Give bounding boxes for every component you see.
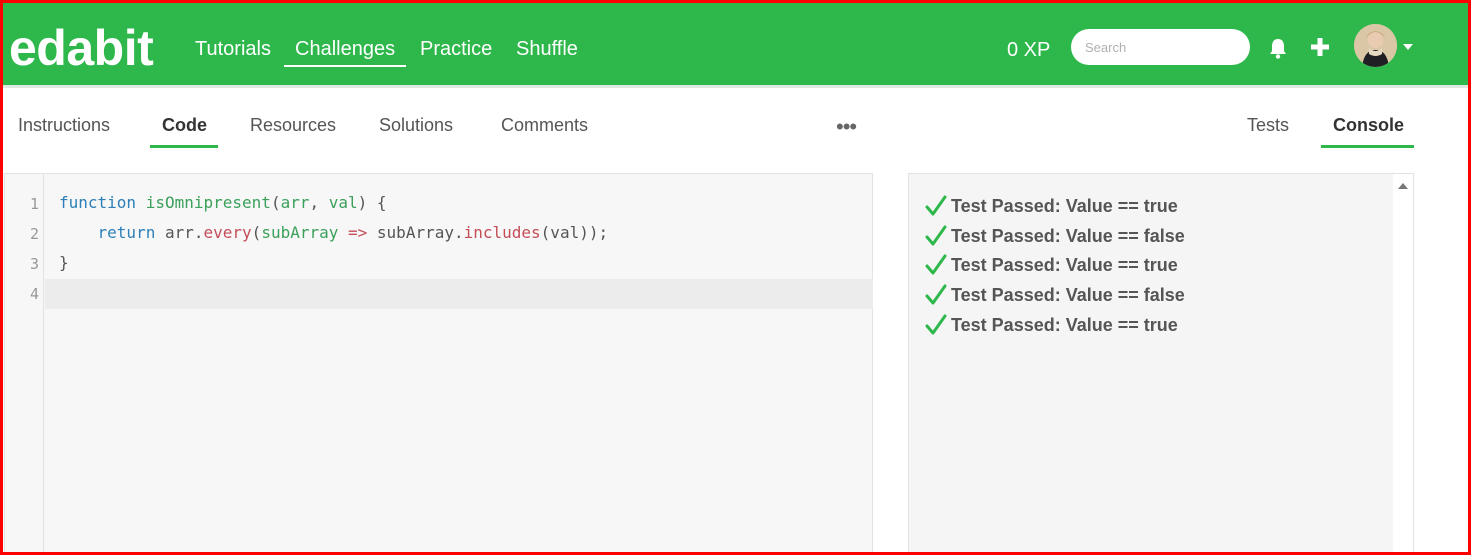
arrow-operator: => — [348, 223, 368, 242]
tab-code-underline — [150, 145, 218, 148]
console-scrollbar[interactable] — [1393, 174, 1413, 554]
bell-icon[interactable] — [1268, 37, 1288, 59]
edabit-logo[interactable]: edabit — [9, 21, 154, 76]
tab-solutions[interactable]: Solutions — [379, 113, 453, 137]
code-editor[interactable]: 1 2 3 4 function isOmnipresent(arr, val)… — [4, 173, 873, 555]
punctuation: ( — [270, 193, 281, 212]
line-number: 3 — [29, 255, 39, 273]
check-icon — [925, 254, 947, 275]
punctuation: ( — [251, 223, 262, 242]
tab-code[interactable]: Code — [162, 113, 207, 137]
keyword: return — [97, 223, 156, 242]
tab-tests[interactable]: Tests — [1247, 113, 1289, 137]
caret-down-icon[interactable] — [1402, 43, 1414, 51]
code-line-3[interactable]: } — [59, 248, 69, 278]
function-name: isOmnipresent — [145, 193, 271, 212]
method: every — [203, 223, 252, 242]
punctuation: } — [59, 253, 69, 272]
test-result: Test Passed: Value == false — [925, 221, 1185, 251]
test-result-text: Test Passed: Value == true — [951, 254, 1178, 275]
test-result: Test Passed: Value == true — [925, 250, 1178, 280]
check-icon — [925, 314, 947, 335]
xp-counter: 0 XP — [1007, 39, 1051, 61]
test-result-text: Test Passed: Value == false — [951, 225, 1185, 246]
test-result-text: Test Passed: Value == false — [951, 284, 1185, 305]
more-options-icon[interactable]: ••• — [836, 114, 857, 140]
identifier: subArray. — [367, 223, 464, 242]
tab-resources[interactable]: Resources — [250, 113, 336, 137]
avatar[interactable] — [1354, 24, 1397, 67]
plus-icon[interactable] — [1310, 37, 1330, 57]
punctuation: (val)); — [540, 223, 609, 242]
line-number: 1 — [29, 195, 39, 213]
test-result-text: Test Passed: Value == true — [951, 195, 1178, 216]
console-panel: Test Passed: Value == true Test Passed: … — [908, 173, 1414, 555]
check-icon — [925, 195, 947, 216]
punctuation: ) { — [357, 193, 387, 212]
avatar-image — [1354, 24, 1397, 67]
test-result: Test Passed: Value == true — [925, 310, 1178, 340]
nav-shuffle[interactable]: Shuffle — [516, 37, 578, 61]
punctuation: , — [309, 193, 329, 212]
line-number: 2 — [29, 225, 39, 243]
tab-console-underline — [1321, 145, 1414, 148]
tab-instructions[interactable]: Instructions — [18, 113, 110, 137]
test-result-text: Test Passed: Value == true — [951, 314, 1178, 335]
nav-challenges[interactable]: Challenges — [284, 37, 407, 67]
line-number-gutter: 1 2 3 4 — [5, 174, 44, 554]
line-number: 4 — [29, 285, 39, 303]
tab-console[interactable]: Console — [1333, 113, 1404, 137]
code-line-2[interactable]: return arr.every(subArray => subArray.in… — [59, 218, 609, 248]
method: includes — [463, 223, 541, 242]
keyword: function — [59, 193, 137, 212]
nav-practice[interactable]: Practice — [420, 37, 492, 61]
tab-comments[interactable]: Comments — [501, 113, 588, 137]
check-icon — [925, 284, 947, 305]
top-header: edabit Tutorials Challenges Practice Shu… — [3, 3, 1468, 88]
identifier: arr. — [155, 223, 204, 242]
active-line-highlight — [45, 279, 873, 309]
parameter: val — [328, 193, 358, 212]
search-input[interactable] — [1071, 29, 1250, 65]
nav-tutorials[interactable]: Tutorials — [195, 37, 271, 61]
parameter: arr — [280, 193, 310, 212]
code-line-1[interactable]: function isOmnipresent(arr, val) { — [59, 188, 387, 218]
test-result: Test Passed: Value == false — [925, 280, 1185, 310]
test-result: Test Passed: Value == true — [925, 191, 1178, 221]
parameter: subArray — [261, 223, 339, 242]
check-icon — [925, 225, 947, 246]
scroll-up-arrow-icon[interactable] — [1397, 182, 1409, 190]
